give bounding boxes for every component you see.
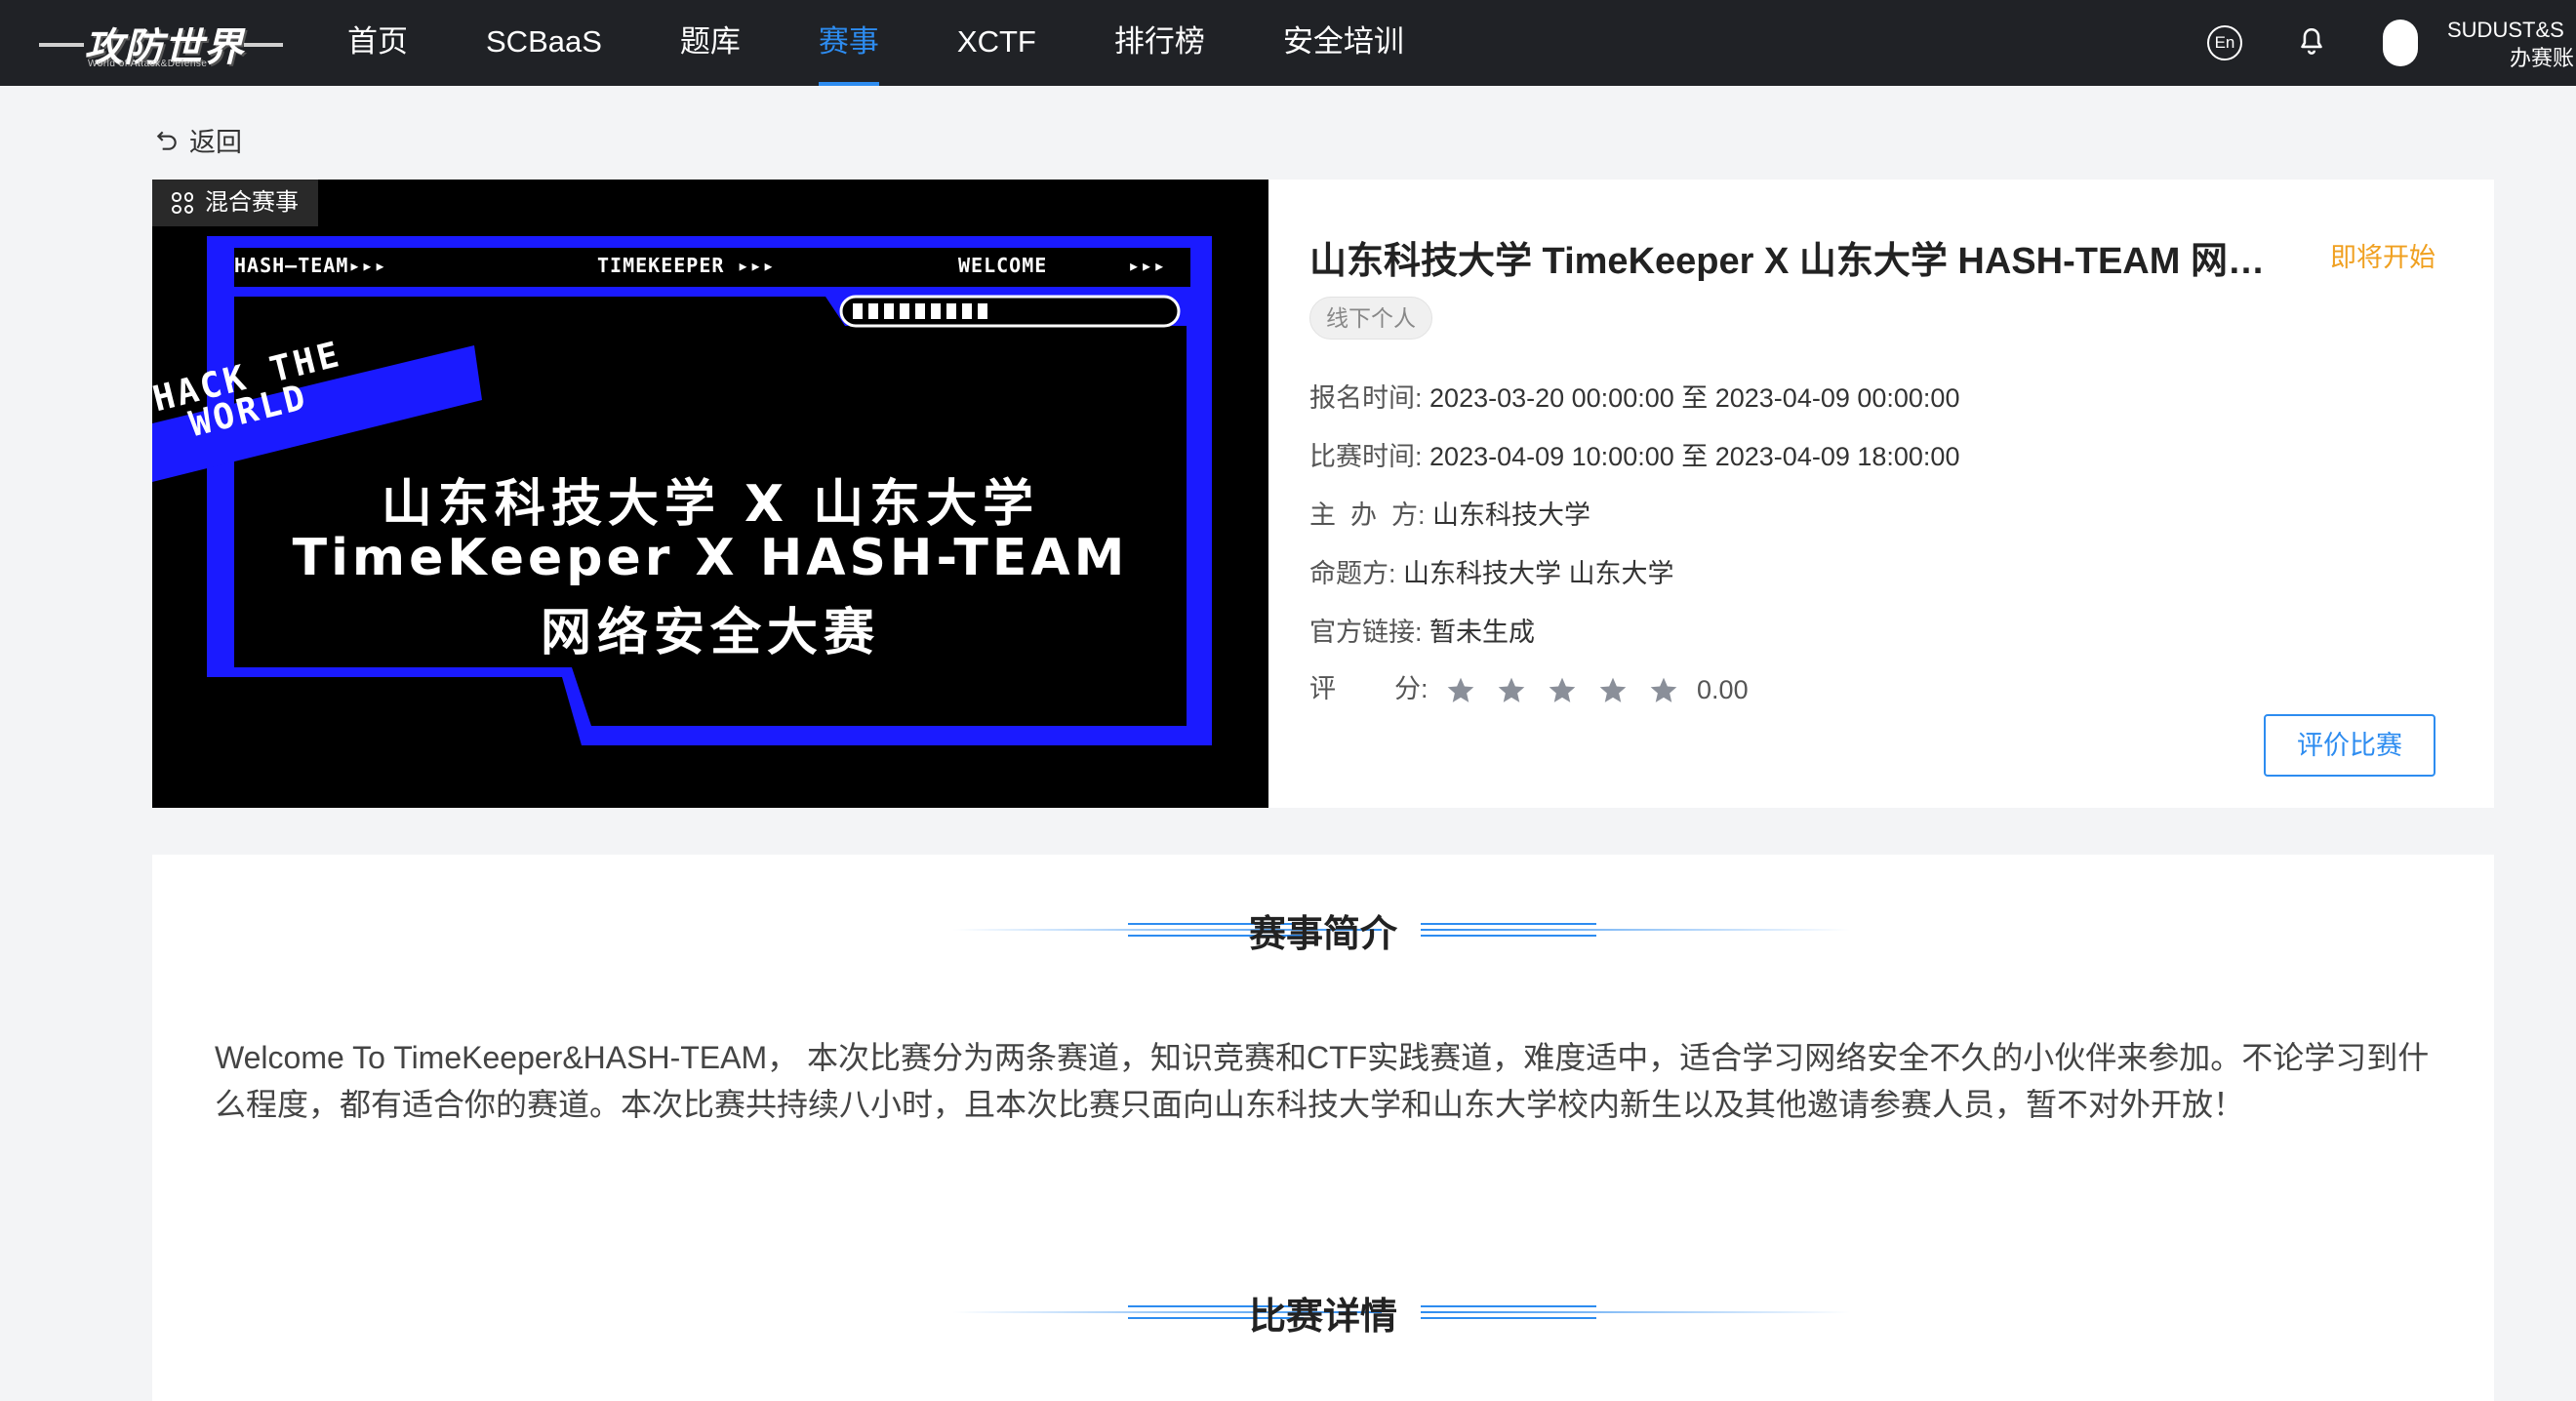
bell-icon[interactable] <box>2295 25 2328 59</box>
top-navbar: 攻防世界 World of Attack&Defense 首页 SCBaaS 题… <box>0 0 2576 86</box>
star-icon <box>1650 677 1677 702</box>
official-link-label: 官方链接: <box>1309 618 1423 647</box>
back-link[interactable]: 返回 <box>154 121 242 159</box>
site-logo[interactable]: 攻防世界 World of Attack&Defense <box>39 14 283 72</box>
star-icon <box>1549 677 1576 702</box>
star-icon <box>1599 677 1627 702</box>
nav-scbaas[interactable]: SCBaaS <box>486 0 602 86</box>
event-status: 即将开始 <box>2330 243 2435 272</box>
logo-wing-right <box>244 43 283 47</box>
nav-leaderboard[interactable]: 排行榜 <box>1114 0 1205 86</box>
event-banner: HASH—TEAM▸▸▸ TIMEKEEPER ▸▸▸ WELCOME ▸▸▸ … <box>152 180 1268 808</box>
user-role: 办赛账 <box>2510 46 2575 70</box>
nav-home[interactable]: 首页 <box>347 0 408 86</box>
main-nav: 首页 SCBaaS 题库 赛事 XCTF 排行榜 安全培训 <box>347 0 1482 86</box>
user-name[interactable]: SUDUST&S <box>2447 18 2564 43</box>
event-title: 山东科技大学 TimeKeeper X 山东大学 HASH-TEAM 网络安全大… <box>1309 241 2295 282</box>
banner-line-3: 网络安全大赛 <box>540 604 880 662</box>
nav-events[interactable]: 赛事 <box>818 0 879 86</box>
signup-time-row: 报名时间: 2023-03-20 00:00:00 至 2023-04-09 0… <box>1309 377 1959 415</box>
nav-question-bank[interactable]: 题库 <box>680 0 741 86</box>
organizer-row: 主 办 方: 山东科技大学 <box>1309 494 1590 532</box>
event-info: 山东科技大学 TimeKeeper X 山东大学 HASH-TEAM 网络安全大… <box>1309 180 2494 808</box>
intro-title: 赛事简介 <box>1248 914 1397 955</box>
mode-tag: 线下个人 <box>1309 297 1432 340</box>
match-time-value: 2023-04-09 10:00:00 至 2023-04-09 18:00:0… <box>1429 442 1960 471</box>
banner-header-left: HASH—TEAM▸▸▸ <box>234 254 387 277</box>
banner-line-1: 山东科技大学 X 山东大学 <box>381 475 1040 534</box>
rating-score: 0.00 <box>1697 675 1749 705</box>
nav-xctf[interactable]: XCTF <box>957 0 1036 86</box>
logo-subtitle: World of Attack&Defense <box>88 59 208 69</box>
star-icon <box>1447 677 1474 702</box>
back-arrow-icon <box>156 131 177 150</box>
details-title: 比赛详情 <box>1248 1297 1397 1338</box>
back-label: 返回 <box>189 128 242 157</box>
star-icon <box>1498 677 1525 702</box>
language-switch-icon[interactable]: En <box>2207 25 2242 60</box>
intro-text: Welcome To TimeKeeper&HASH-TEAM， 本次比赛分为两… <box>215 1040 2430 1122</box>
event-description-card: 赛事简介 Welcome To TimeKeeper&HASH-TEAM， 本次… <box>152 855 2494 1401</box>
setter-value: 山东科技大学 山东大学 <box>1403 559 1674 588</box>
category-tag: 混合赛事 <box>152 180 318 226</box>
category-tag-label: 混合赛事 <box>205 189 299 216</box>
signup-time-value: 2023-03-20 00:00:00 至 2023-04-09 00:00:0… <box>1429 383 1960 413</box>
title-decoration-right <box>1421 923 1850 937</box>
banner-header-mid: TIMEKEEPER ▸▸▸ <box>597 254 776 277</box>
event-card: HASH—TEAM▸▸▸ TIMEKEEPER ▸▸▸ WELCOME ▸▸▸ … <box>152 180 2494 808</box>
banner-line-2: TimeKeeper X HASH-TEAM <box>292 529 1129 587</box>
match-time-row: 比赛时间: 2023-04-09 10:00:00 至 2023-04-09 1… <box>1309 435 1959 473</box>
signup-time-label: 报名时间: <box>1309 383 1423 413</box>
organizer-value: 山东科技大学 <box>1432 500 1591 530</box>
organizer-label: 主 办 方: <box>1309 500 1426 530</box>
title-decoration-right <box>1421 1305 1850 1319</box>
avatar[interactable] <box>2383 20 2418 66</box>
rating-row: 评 分: 0.00 <box>1309 667 1749 706</box>
logo-wing-left <box>39 43 84 47</box>
official-link-value: 暂未生成 <box>1429 618 1536 647</box>
official-link-row: 官方链接: 暂未生成 <box>1309 611 1535 649</box>
setter-row: 命题方: 山东科技大学 山东大学 <box>1309 552 1674 590</box>
rating-stars: 0.00 <box>1445 675 1749 706</box>
rate-event-button[interactable]: 评价比赛 <box>2264 714 2435 777</box>
banner-header-arrows: ▸▸▸ <box>1128 254 1167 277</box>
setter-label: 命题方: <box>1309 559 1396 588</box>
apps-icon <box>172 192 193 214</box>
match-time-label: 比赛时间: <box>1309 442 1423 471</box>
banner-header-right: WELCOME <box>958 254 1048 277</box>
rating-label: 评 分: <box>1309 674 1429 703</box>
nav-security-training[interactable]: 安全培训 <box>1283 0 1404 86</box>
